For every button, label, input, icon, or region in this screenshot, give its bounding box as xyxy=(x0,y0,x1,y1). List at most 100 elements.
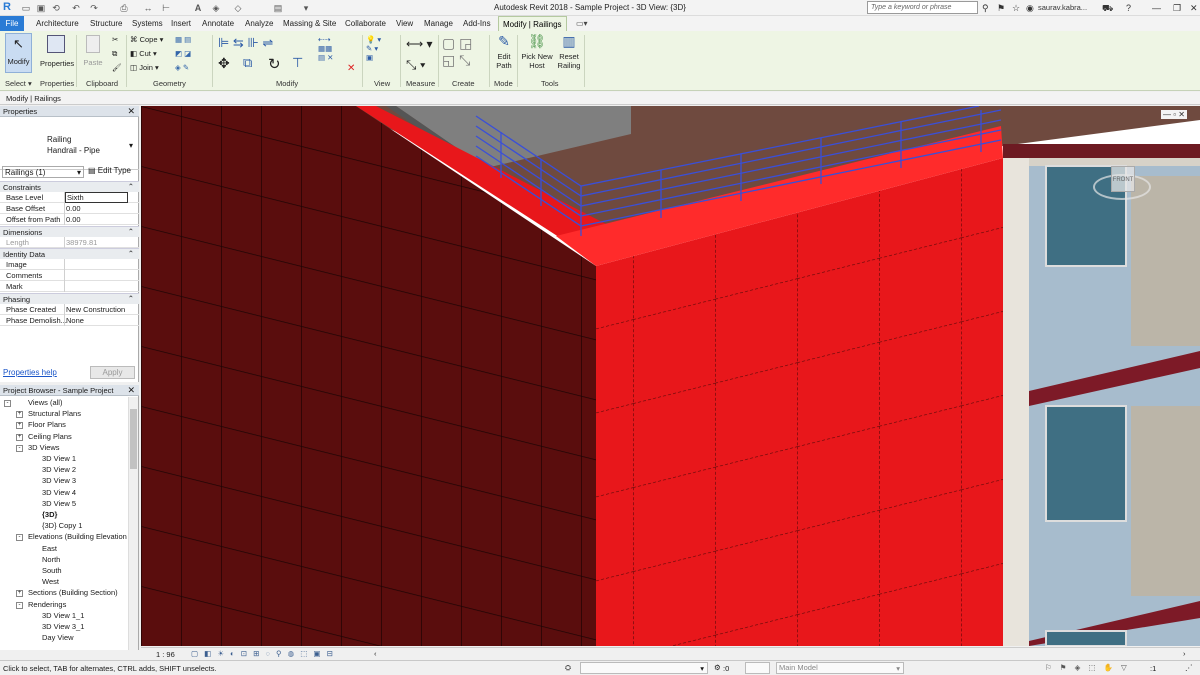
scroll-thumb[interactable] xyxy=(130,409,137,469)
expand-icon[interactable]: + xyxy=(16,433,23,441)
viewcube-face[interactable]: FRONT xyxy=(1111,166,1135,192)
group-dimensions[interactable]: Dimensions ⌃ xyxy=(0,226,139,237)
properties-button[interactable]: Properties xyxy=(40,33,74,73)
expand-icon[interactable]: + xyxy=(16,411,23,419)
scroll-left-icon[interactable]: ‹ xyxy=(374,649,377,658)
copy-element-icon[interactable]: ⧉ xyxy=(243,55,252,71)
rotate-icon[interactable]: ↻ xyxy=(268,55,281,73)
selection-options-icons[interactable]: ⚐ ⚑ ◈ ⬚ ✋ ▽ xyxy=(1045,663,1130,672)
collapse-icon[interactable]: - xyxy=(16,444,23,452)
browser-tree-item[interactable]: -3D Views xyxy=(16,443,60,452)
expand-icon[interactable]: + xyxy=(16,590,23,598)
dimension-tool-icon[interactable]: ⤡ ▾ xyxy=(406,57,425,73)
prop-phase-created[interactable]: Phase Created New Construction xyxy=(0,304,139,315)
delete-icon[interactable]: ✕ xyxy=(347,63,355,74)
browser-tree-item[interactable]: + Structural Plans xyxy=(16,409,81,419)
tab-structure[interactable]: Structure xyxy=(86,16,126,31)
prop-base-level[interactable]: Base Level Sixth xyxy=(0,192,139,203)
view-controls-icons[interactable]: ▢ ◧ ☀ ◐ ⊡ ⊞ ◌ ⚲ ◍ ⬚ ▣ ⊟ xyxy=(191,649,335,658)
tab-systems[interactable]: Systems xyxy=(128,16,167,31)
collapse-icon[interactable]: - xyxy=(16,601,23,609)
match-type-icon[interactable]: 🖌 xyxy=(112,63,122,72)
trim-icon[interactable]: ⊤ xyxy=(292,55,303,71)
prop-phase-demolished[interactable]: Phase Demolish... None xyxy=(0,315,139,326)
resize-grip-icon[interactable]: ⋰ xyxy=(1185,663,1193,672)
minimize-button[interactable]: — xyxy=(1152,2,1161,14)
tab-insert[interactable]: Insert xyxy=(167,16,195,31)
model-dropdown[interactable]: Main Model ▾ xyxy=(776,662,904,674)
help-icon[interactable]: ? xyxy=(1126,2,1131,14)
browser-tree-item[interactable]: 3D View 1_1 xyxy=(28,611,84,620)
user-name[interactable]: saurav.kabra... xyxy=(1038,2,1087,14)
prop-offset-from-path[interactable]: Offset from Path 0.00 xyxy=(0,214,139,225)
open-icon[interactable]: ▭ xyxy=(20,2,32,14)
tab-annotate[interactable]: Annotate xyxy=(198,16,238,31)
browser-tree-item[interactable]: North xyxy=(28,555,60,564)
wall-joins-icon[interactable]: ◩ ◪ xyxy=(175,49,191,58)
group-identity-data[interactable]: Identity Data ⌃ xyxy=(0,248,139,259)
worksets-icon[interactable]: ⛭ xyxy=(565,663,571,673)
join-button[interactable]: ◫ Join ▾ xyxy=(130,63,159,72)
scrollbar[interactable] xyxy=(128,397,138,650)
copy-icon[interactable]: ⧉ xyxy=(112,49,117,59)
browser-tree-item[interactable]: 3D View 4 xyxy=(28,488,76,497)
3d-view-icon[interactable]: ◈ xyxy=(210,2,222,14)
geometry-tools-icon[interactable]: ▦ ▤ xyxy=(175,35,191,44)
ribbon-minimize-icon[interactable]: ▭▾ xyxy=(572,16,592,31)
prop-image[interactable]: Image xyxy=(0,259,139,270)
paint-icon[interactable]: ◈ ✎ xyxy=(175,63,189,72)
user-icon[interactable]: ◉ xyxy=(1026,2,1034,14)
browser-tree-item[interactable]: 3D View 1 xyxy=(28,454,76,463)
paste-button[interactable]: Paste xyxy=(80,33,106,73)
panel-select-label[interactable]: Select ▾ xyxy=(5,79,32,88)
prop-comments[interactable]: Comments xyxy=(0,270,139,281)
browser-tree-item[interactable]: Day View xyxy=(28,633,74,642)
browser-tree-item[interactable]: South xyxy=(28,566,62,575)
search-input[interactable]: Type a keyword or phrase xyxy=(867,1,978,14)
edit-type-button[interactable]: ▤ Edit Type xyxy=(88,166,134,178)
tab-analyze[interactable]: Analyze xyxy=(241,16,277,31)
cut-geometry-button[interactable]: ◧ Cut ▾ xyxy=(130,49,157,58)
apply-button[interactable]: Apply xyxy=(90,366,135,379)
measure-tool-icon[interactable]: ⟷ ▾ xyxy=(406,37,433,51)
tab-architecture[interactable]: Architecture xyxy=(32,16,83,31)
browser-tree-item[interactable]: + Floor Plans xyxy=(16,420,66,430)
qat-customize-icon[interactable]: ▾ xyxy=(300,2,312,14)
tab-collaborate[interactable]: Collaborate xyxy=(341,16,390,31)
measure-icon[interactable]: ↔ xyxy=(142,2,154,14)
tab-add-ins[interactable]: Add-Ins xyxy=(459,16,495,31)
redo-icon[interactable]: ↷ xyxy=(88,2,100,14)
undo-icon[interactable]: ↶ xyxy=(70,2,82,14)
pick-new-host-button[interactable]: ⛓ Pick New Host xyxy=(519,33,555,75)
view-hide-icon[interactable]: 💡 ▾ ✎ ▾ ▣ xyxy=(366,35,381,62)
scale-selector[interactable]: 1 : 96 xyxy=(156,650,175,659)
browser-tree-item[interactable]: 3D View 3_1 xyxy=(28,622,84,631)
browser-tree-item[interactable]: + Sections (Building Section) xyxy=(16,588,118,598)
browser-tree-item[interactable]: - Renderings xyxy=(16,600,66,609)
section-icon[interactable]: ◇ xyxy=(232,2,244,14)
expand-icon[interactable]: + xyxy=(16,422,23,430)
browser-tree-item[interactable]: East xyxy=(28,544,57,553)
prop-mark[interactable]: Mark xyxy=(0,281,139,292)
browser-tree-item[interactable]: 3D View 3 xyxy=(28,476,76,485)
properties-help-link[interactable]: Properties help xyxy=(3,368,57,377)
reset-railing-button[interactable]: ▥ Reset Railing xyxy=(556,33,582,75)
modify-button[interactable]: ↖ Modify xyxy=(5,33,32,73)
align-icon[interactable]: ⊫ ⇆ ⊪ ⇌ xyxy=(218,35,273,51)
tab-manage[interactable]: Manage xyxy=(420,16,457,31)
prop-base-offset[interactable]: Base Offset 0.00 xyxy=(0,203,139,214)
browser-tree-item[interactable]: - Views (all) xyxy=(4,398,62,407)
scroll-right-icon[interactable]: › xyxy=(1183,649,1186,658)
instance-filter[interactable]: Railings (1) ▾ xyxy=(2,166,84,178)
cut-icon[interactable]: ✂ xyxy=(112,35,118,44)
close-icon[interactable]: ✕ xyxy=(127,385,135,396)
text-icon[interactable]: A xyxy=(192,2,204,14)
browser-tree-item[interactable]: + Ceiling Plans xyxy=(16,432,72,441)
editable-filter-icon[interactable]: ⚙ xyxy=(714,663,721,672)
dimension-icon[interactable]: ⊢ xyxy=(160,2,172,14)
move-icon[interactable]: ✥ xyxy=(218,55,230,72)
binoculars-icon[interactable]: ⚲ xyxy=(982,2,989,14)
collapse-icon[interactable]: - xyxy=(4,400,11,407)
tab-massing-site[interactable]: Massing & Site xyxy=(279,16,340,31)
cart-icon[interactable]: ⛟ xyxy=(1102,2,1113,14)
